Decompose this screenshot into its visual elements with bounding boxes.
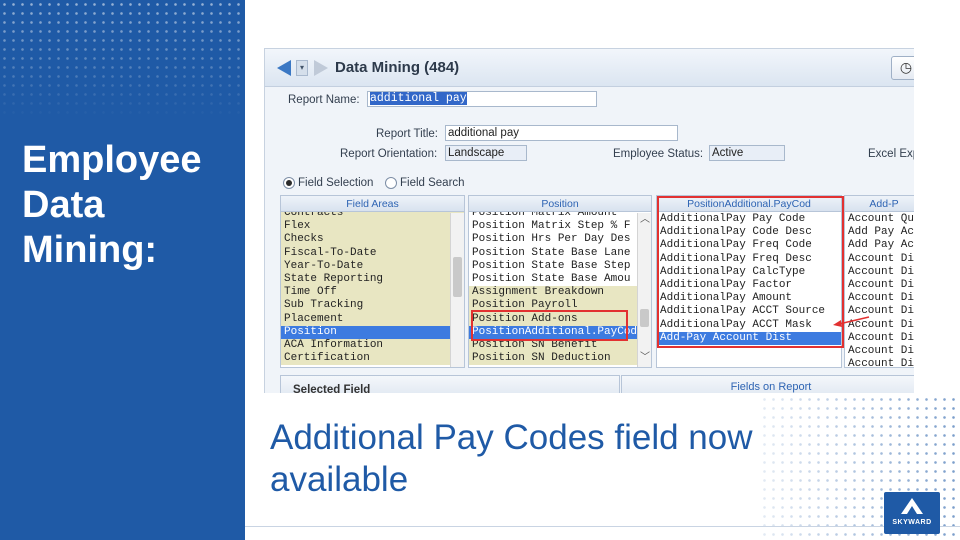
back-arrow-icon[interactable]: [277, 60, 291, 76]
report-name-label: Report Name:: [288, 94, 360, 106]
red-arrow-icon: [833, 316, 870, 327]
list-item[interactable]: AdditionalPay ACCT Source: [657, 305, 841, 318]
scroll-thumb[interactable]: [640, 309, 649, 327]
list-item[interactable]: Position State Base Step: [469, 259, 651, 273]
add-pay-panel: Add-P Account Qu Add Pay Ac Add Pay Ac A…: [844, 195, 914, 368]
slide-heading: Employee Data Mining:: [22, 139, 202, 271]
fields-on-report-tab[interactable]: Fields on Report: [621, 375, 914, 393]
position-header: Position: [469, 196, 651, 212]
add-pay-list[interactable]: Account Qu Add Pay Ac Add Pay Ac Account…: [845, 213, 914, 367]
list-item[interactable]: Position Add-ons: [469, 312, 651, 326]
list-item[interactable]: Account Di: [845, 279, 914, 292]
skyward-logo: SKYWARD: [884, 492, 940, 534]
list-item[interactable]: Flex: [281, 220, 464, 234]
list-item[interactable]: Position SN Deduction: [469, 352, 651, 366]
list-item-selected[interactable]: Add-Pay Account Dist: [657, 331, 841, 345]
report-title-input[interactable]: additional pay: [445, 125, 678, 141]
window-title: Data Mining (484): [335, 59, 460, 76]
list-item[interactable]: Account Di: [845, 253, 914, 266]
position-list[interactable]: Position Matrix Amount Position Matrix S…: [469, 207, 651, 367]
slide-caption: Additional Pay Codes field now available: [270, 418, 753, 499]
skyward-mark-icon: [901, 498, 923, 514]
list-item[interactable]: AdditionalPay Pay Code: [657, 213, 841, 226]
list-item[interactable]: AdditionalPay Amount: [657, 292, 841, 305]
list-item[interactable]: Account Qu: [845, 213, 914, 226]
footer-divider: [245, 526, 960, 527]
list-item[interactable]: Position Hrs Per Day Des: [469, 233, 651, 247]
list-item[interactable]: Account Di: [845, 332, 914, 345]
list-item[interactable]: Position Payroll: [469, 299, 651, 313]
list-item[interactable]: Year-To-Date: [281, 259, 464, 273]
dot-pattern: [0, 0, 245, 120]
list-item[interactable]: AdditionalPay Freq Code: [657, 239, 841, 252]
list-item[interactable]: AdditionalPay Freq Desc: [657, 253, 841, 266]
field-areas-header-bar: Field Areas: [281, 196, 464, 212]
field-areas-scrollbar[interactable]: [450, 213, 464, 367]
list-item[interactable]: AdditionalPay ACCT Mask: [657, 319, 841, 332]
additional-pay-code-panel: PositionAdditional.PayCod AdditionalPay …: [656, 195, 842, 368]
logo-text: SKYWARD: [892, 519, 932, 526]
list-item[interactable]: Certification: [281, 352, 464, 366]
list-item[interactable]: State Reporting: [281, 272, 464, 287]
list-item[interactable]: Sub Tracking: [281, 299, 464, 313]
list-item[interactable]: Account Di: [845, 266, 914, 279]
list-item[interactable]: Account Di: [845, 358, 914, 367]
data-mining-window: ▾ Data Mining (484) ◷ Report Name: addit…: [264, 48, 914, 393]
list-item[interactable]: AdditionalPay CalcType: [657, 266, 841, 279]
additional-pay-code-header: PositionAdditional.PayCod: [657, 196, 841, 212]
position-panel: Position Matrix Amount Position Matrix S…: [468, 195, 652, 368]
field-search-radio[interactable]: [385, 177, 397, 189]
list-item-selected[interactable]: PositionAdditional.PayCod: [469, 325, 651, 339]
list-item[interactable]: ACA Information: [281, 338, 464, 353]
additional-pay-code-list[interactable]: AdditionalPay Pay Code AdditionalPay Cod…: [657, 213, 841, 367]
list-item[interactable]: Checks: [281, 233, 464, 247]
list-item[interactable]: Add Pay Ac: [845, 226, 914, 239]
window-titlebar: ▾ Data Mining (484) ◷: [265, 49, 914, 87]
list-item[interactable]: Position State Base Amou: [469, 272, 651, 287]
position-scrollbar[interactable]: ︿ ﹀: [637, 213, 651, 367]
field-areas-list[interactable]: Contracts Flex Checks Fiscal-To-Date Yea…: [281, 207, 464, 367]
forward-arrow-icon[interactable]: [314, 60, 328, 76]
list-item[interactable]: Time Off: [281, 286, 464, 300]
report-title-label: Report Title:: [376, 128, 438, 140]
report-name-input[interactable]: additional pay: [367, 91, 597, 107]
list-item[interactable]: Position SN Benefit: [469, 338, 651, 353]
field-areas-panel: Field Areas Contracts Flex Checks Fiscal…: [280, 195, 465, 368]
chevron-up-icon[interactable]: ︿: [639, 215, 651, 225]
chevron-down-icon[interactable]: ﹀: [639, 353, 651, 363]
list-item[interactable]: Account Di: [845, 345, 914, 358]
list-item[interactable]: Account Di: [845, 292, 914, 305]
field-selection-radio[interactable]: [283, 177, 295, 189]
employee-status-label: Employee Status:: [613, 148, 704, 160]
employee-status-select[interactable]: Active: [709, 145, 785, 161]
list-item[interactable]: AdditionalPay Code Desc: [657, 226, 841, 239]
left-brand-panel: Employee Data Mining:: [0, 0, 245, 540]
add-pay-header: Add-P: [845, 196, 914, 212]
field-selection-label: Field Selection: [298, 177, 374, 189]
report-orientation-label: Report Orientation:: [340, 148, 438, 160]
list-item[interactable]: Fiscal-To-Date: [281, 246, 464, 260]
history-dropdown-icon[interactable]: ▾: [296, 60, 308, 76]
selected-field-tab[interactable]: Selected Field: [280, 375, 620, 393]
list-item[interactable]: Add Pay Ac: [845, 239, 914, 252]
excel-export-label: Excel Exp: [868, 148, 914, 160]
clock-icon[interactable]: ◷: [891, 56, 914, 80]
list-item[interactable]: AdditionalPay Factor: [657, 279, 841, 292]
list-item[interactable]: Placement: [281, 312, 464, 326]
list-item[interactable]: Position Matrix Step % F: [469, 220, 651, 234]
list-item-selected[interactable]: Position: [281, 325, 464, 339]
report-orientation-select[interactable]: Landscape: [445, 145, 527, 161]
field-search-label: Field Search: [400, 177, 465, 189]
scroll-thumb[interactable]: [453, 257, 462, 297]
list-item[interactable]: Position State Base Lane: [469, 246, 651, 260]
list-item[interactable]: Assignment Breakdown: [469, 286, 651, 300]
